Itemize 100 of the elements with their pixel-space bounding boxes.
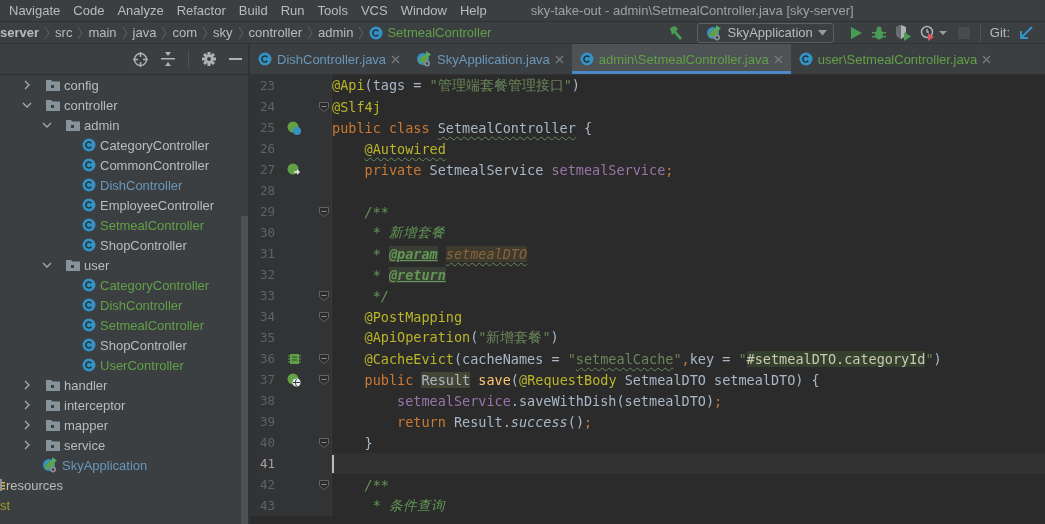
spring-class-icon — [416, 51, 433, 67]
tree-item-label[interactable]: ShopController — [100, 237, 187, 253]
breadcrumb-item[interactable]: java — [132, 25, 157, 40]
fold-marker-icon[interactable] — [319, 479, 329, 490]
cache-icon[interactable] — [287, 353, 301, 364]
chevron-down-icon[interactable] — [22, 100, 32, 110]
editor-tab[interactable]: user\SetmealController.java — [790, 44, 1000, 74]
tree-item-label[interactable]: CommonController — [100, 157, 210, 173]
menu-item[interactable]: Code — [73, 3, 105, 18]
tree-item-label[interactable]: service — [64, 437, 106, 453]
folder-icon — [46, 439, 60, 451]
chevron-right-icon[interactable] — [22, 80, 32, 90]
tree-item-label[interactable]: CategoryController — [100, 137, 210, 153]
tree-item-label[interactable]: SkyApplication — [62, 457, 148, 473]
bug-icon[interactable] — [871, 25, 886, 40]
tree-item-label[interactable]: UserController — [100, 357, 184, 373]
fold-marker-icon[interactable] — [319, 206, 329, 217]
tree-item-label[interactable]: DishController — [100, 297, 183, 313]
run-configuration-dropdown[interactable]: SkyApplication — [697, 22, 834, 43]
play-icon[interactable] — [848, 25, 863, 40]
chevron-right-icon[interactable] — [22, 380, 32, 390]
menu-item[interactable]: Analyze — [117, 3, 164, 18]
code-line: * @return — [371, 266, 446, 283]
class-icon — [82, 298, 96, 312]
breadcrumb-item[interactable]: controller — [248, 25, 302, 40]
tree-item-label[interactable]: interceptor — [64, 397, 126, 413]
menu-item[interactable]: Window — [400, 3, 447, 18]
tree-item-label[interactable]: SetmealController — [100, 317, 205, 333]
editor-tab[interactable]: SkyApplication.java — [408, 44, 572, 74]
class-icon — [798, 52, 813, 66]
menu-item[interactable]: Refactor — [176, 3, 226, 18]
menu-item[interactable]: Navigate — [9, 3, 61, 18]
minimize-icon[interactable] — [229, 57, 242, 61]
chevron-right-icon[interactable] — [22, 420, 32, 430]
close-icon[interactable] — [391, 54, 401, 64]
breadcrumb-item[interactable]: com — [172, 25, 197, 40]
bean-class-icon[interactable] — [287, 120, 301, 135]
tree-item-label[interactable]: SetmealController — [100, 217, 205, 233]
tree-item-label[interactable]: resources — [6, 477, 64, 493]
fold-marker-icon[interactable] — [319, 290, 329, 301]
menu-item[interactable]: Build — [238, 3, 268, 18]
class-icon — [82, 278, 96, 292]
tree-item-label[interactable]: st — [0, 497, 11, 513]
menu-item[interactable]: Run — [280, 3, 305, 18]
code-line: */ — [371, 287, 389, 304]
class-icon — [82, 238, 96, 252]
breadcrumb-item[interactable]: sky — [213, 25, 233, 40]
class-icon — [82, 358, 96, 372]
web-endpoint-icon[interactable] — [287, 372, 301, 387]
chevron-right-icon[interactable] — [22, 440, 32, 450]
tree-item-label[interactable]: controller — [64, 97, 118, 113]
tree-item-label[interactable]: mapper — [64, 417, 109, 433]
chevron-right-icon — [77, 25, 84, 40]
tree-item-label[interactable]: EmployeeController — [100, 197, 215, 213]
tree-item-label[interactable]: CategoryController — [100, 277, 210, 293]
chevron-down-icon[interactable] — [42, 260, 52, 270]
fold-marker-icon[interactable] — [319, 353, 329, 364]
breadcrumb-item[interactable]: server — [0, 25, 40, 40]
folder-icon — [46, 99, 60, 111]
tree-item-label[interactable]: config — [64, 77, 99, 93]
clock-run-icon[interactable] — [919, 24, 948, 41]
folder-icon — [66, 259, 80, 271]
hammer-icon[interactable] — [668, 24, 685, 41]
tree-item-label[interactable]: DishController — [100, 177, 183, 193]
git-label: Git: — [989, 25, 1010, 40]
class-icon — [82, 138, 96, 152]
crosshair-icon[interactable] — [133, 51, 148, 67]
breadcrumb-item[interactable]: main — [88, 25, 117, 40]
chevron-right-icon — [358, 25, 365, 40]
fold-marker-icon[interactable] — [319, 311, 329, 322]
fold-marker-icon[interactable] — [319, 374, 329, 385]
code-line: public class SetmealController { — [332, 119, 593, 136]
breadcrumb-item[interactable]: admin — [317, 25, 354, 40]
class-icon — [82, 318, 96, 332]
fold-marker-icon[interactable] — [319, 101, 329, 112]
tree-item-label[interactable]: user — [84, 257, 110, 273]
menu-item[interactable]: Help — [459, 3, 487, 18]
scrollbar-thumb[interactable] — [241, 216, 248, 524]
tree-item-label[interactable]: admin — [84, 117, 120, 133]
settings-icon[interactable] — [202, 52, 216, 66]
tree-item-label[interactable]: handler — [64, 377, 108, 393]
spring-class-icon — [42, 457, 58, 473]
fold-marker-icon[interactable] — [319, 437, 329, 448]
autowired-bean-icon[interactable] — [287, 162, 301, 177]
close-icon[interactable] — [982, 54, 992, 64]
editor-tab[interactable]: DishController.java — [250, 44, 409, 74]
menu-item[interactable]: Tools — [317, 3, 348, 18]
menu-item[interactable]: VCS — [360, 3, 388, 18]
breadcrumb-item[interactable]: src — [55, 25, 73, 40]
caret-down-icon — [817, 29, 827, 36]
chevron-right-icon[interactable] — [22, 400, 32, 410]
breadcrumb-item[interactable]: SetmealController — [387, 25, 492, 40]
collapse-all-icon[interactable] — [161, 52, 175, 66]
shield-run-icon[interactable] — [894, 24, 911, 41]
folder-icon — [46, 79, 60, 91]
tree-item-label[interactable]: ShopController — [100, 337, 187, 353]
chevron-right-icon — [306, 25, 313, 40]
close-icon[interactable] — [554, 54, 564, 64]
arrow-down-left-icon[interactable] — [1019, 25, 1033, 40]
chevron-down-icon[interactable] — [42, 120, 52, 130]
